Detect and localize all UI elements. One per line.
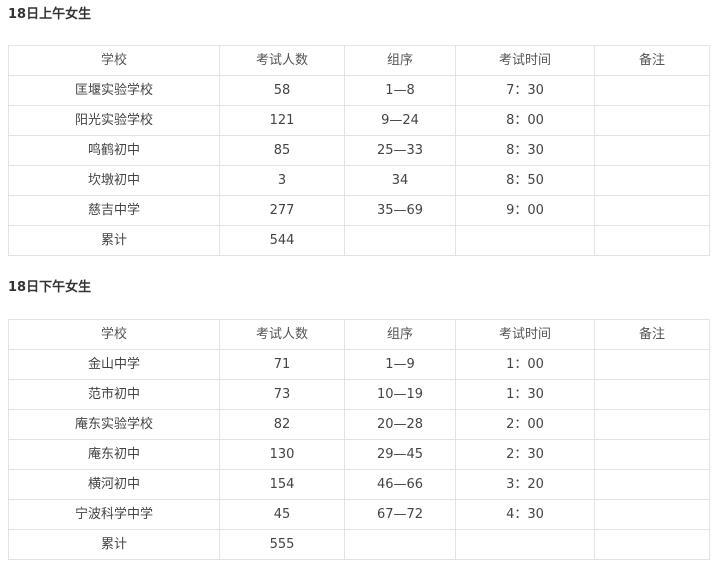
table-row: 范市初中 73 10—19 1：30 <box>8 379 710 410</box>
cell-time: 8：50 <box>455 165 595 196</box>
cell-time: 8：30 <box>455 135 595 166</box>
cell-count: 85 <box>219 135 345 166</box>
cell-group: 35—69 <box>344 195 456 226</box>
cell-time: 8：00 <box>455 105 595 136</box>
cell-note <box>594 439 710 470</box>
cell-count: 45 <box>219 499 345 530</box>
cell-time: 4：30 <box>455 499 595 530</box>
cell-school: 庵东初中 <box>8 439 220 470</box>
table-row: 横河初中 154 46—66 3：20 <box>8 469 710 500</box>
section-title-afternoon: 18日下午女生 <box>8 280 92 295</box>
cell-school: 金山中学 <box>8 349 220 380</box>
cell-group: 1—8 <box>344 75 456 106</box>
table-row: 金山中学 71 1—9 1：00 <box>8 349 710 380</box>
cell-school: 庵东实验学校 <box>8 409 220 440</box>
table-header-row: 学校 考试人数 组序 考试时间 备注 <box>8 45 710 76</box>
cell-group: 1—9 <box>344 349 456 380</box>
table-total-row: 累计 544 <box>8 225 710 256</box>
header-group: 组序 <box>344 45 456 76</box>
cell-empty <box>455 529 595 560</box>
cell-count: 82 <box>219 409 345 440</box>
cell-time: 1：00 <box>455 349 595 380</box>
cell-school: 坎墩初中 <box>8 165 220 196</box>
cell-empty <box>455 225 595 256</box>
cell-note <box>594 195 710 226</box>
cell-count: 71 <box>219 349 345 380</box>
cell-count: 3 <box>219 165 345 196</box>
table-row: 宁波科学中学 45 67—72 4：30 <box>8 499 710 530</box>
cell-count: 277 <box>219 195 345 226</box>
cell-empty <box>594 529 710 560</box>
total-count: 555 <box>219 529 345 560</box>
table-total-row: 累计 555 <box>8 529 710 560</box>
schedule-table-afternoon: 学校 考试人数 组序 考试时间 备注 金山中学 71 1—9 1：00 范市初中… <box>8 319 710 560</box>
table-row: 鸣鹤初中 85 25—33 8：30 <box>8 135 710 166</box>
cell-count: 121 <box>219 105 345 136</box>
total-count: 544 <box>219 225 345 256</box>
cell-school: 宁波科学中学 <box>8 499 220 530</box>
cell-note <box>594 105 710 136</box>
table-row: 庵东实验学校 82 20—28 2：00 <box>8 409 710 440</box>
table-row: 庵东初中 130 29—45 2：30 <box>8 439 710 470</box>
table-row: 慈吉中学 277 35—69 9：00 <box>8 195 710 226</box>
header-school: 学校 <box>8 319 220 350</box>
cell-time: 9：00 <box>455 195 595 226</box>
cell-school: 范市初中 <box>8 379 220 410</box>
cell-school: 匡堰实验学校 <box>8 75 220 106</box>
cell-note <box>594 469 710 500</box>
cell-empty <box>344 529 456 560</box>
cell-empty <box>594 225 710 256</box>
cell-note <box>594 135 710 166</box>
cell-note <box>594 165 710 196</box>
cell-note <box>594 75 710 106</box>
cell-group: 46—66 <box>344 469 456 500</box>
table-row: 匡堰实验学校 58 1—8 7：30 <box>8 75 710 106</box>
cell-school: 鸣鹤初中 <box>8 135 220 166</box>
cell-note <box>594 499 710 530</box>
total-label: 累计 <box>8 225 220 256</box>
cell-empty <box>344 225 456 256</box>
header-note: 备注 <box>594 319 710 350</box>
cell-school: 阳光实验学校 <box>8 105 220 136</box>
cell-note <box>594 409 710 440</box>
header-group: 组序 <box>344 319 456 350</box>
total-label: 累计 <box>8 529 220 560</box>
cell-school: 横河初中 <box>8 469 220 500</box>
table-row: 阳光实验学校 121 9—24 8：00 <box>8 105 710 136</box>
header-count: 考试人数 <box>219 45 345 76</box>
cell-time: 3：20 <box>455 469 595 500</box>
cell-group: 20—28 <box>344 409 456 440</box>
cell-note <box>594 379 710 410</box>
cell-count: 73 <box>219 379 345 410</box>
cell-group: 34 <box>344 165 456 196</box>
cell-time: 1：30 <box>455 379 595 410</box>
cell-group: 29—45 <box>344 439 456 470</box>
cell-school: 慈吉中学 <box>8 195 220 226</box>
section-title-morning: 18日上午女生 <box>8 7 92 22</box>
header-school: 学校 <box>8 45 220 76</box>
header-count: 考试人数 <box>219 319 345 350</box>
header-time: 考试时间 <box>455 319 595 350</box>
header-time: 考试时间 <box>455 45 595 76</box>
cell-time: 2：30 <box>455 439 595 470</box>
table-header-row: 学校 考试人数 组序 考试时间 备注 <box>8 319 710 350</box>
cell-group: 25—33 <box>344 135 456 166</box>
cell-time: 7：30 <box>455 75 595 106</box>
cell-group: 9—24 <box>344 105 456 136</box>
cell-time: 2：00 <box>455 409 595 440</box>
schedule-table-morning: 学校 考试人数 组序 考试时间 备注 匡堰实验学校 58 1—8 7：30 阳光… <box>8 45 710 256</box>
cell-count: 154 <box>219 469 345 500</box>
cell-count: 130 <box>219 439 345 470</box>
cell-group: 67—72 <box>344 499 456 530</box>
table-row: 坎墩初中 3 34 8：50 <box>8 165 710 196</box>
header-note: 备注 <box>594 45 710 76</box>
cell-note <box>594 349 710 380</box>
cell-count: 58 <box>219 75 345 106</box>
cell-group: 10—19 <box>344 379 456 410</box>
